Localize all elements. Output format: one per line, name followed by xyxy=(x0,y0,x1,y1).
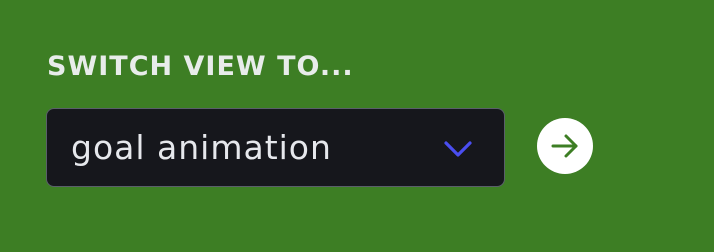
go-button[interactable] xyxy=(537,118,593,174)
view-select-value: goal animation xyxy=(71,128,332,167)
arrow-right-icon xyxy=(551,134,578,158)
view-select-dropdown[interactable]: goal animation xyxy=(46,108,505,187)
view-switcher-heading: SWITCH VIEW TO... xyxy=(47,51,354,82)
chevron-down-icon xyxy=(443,139,473,161)
